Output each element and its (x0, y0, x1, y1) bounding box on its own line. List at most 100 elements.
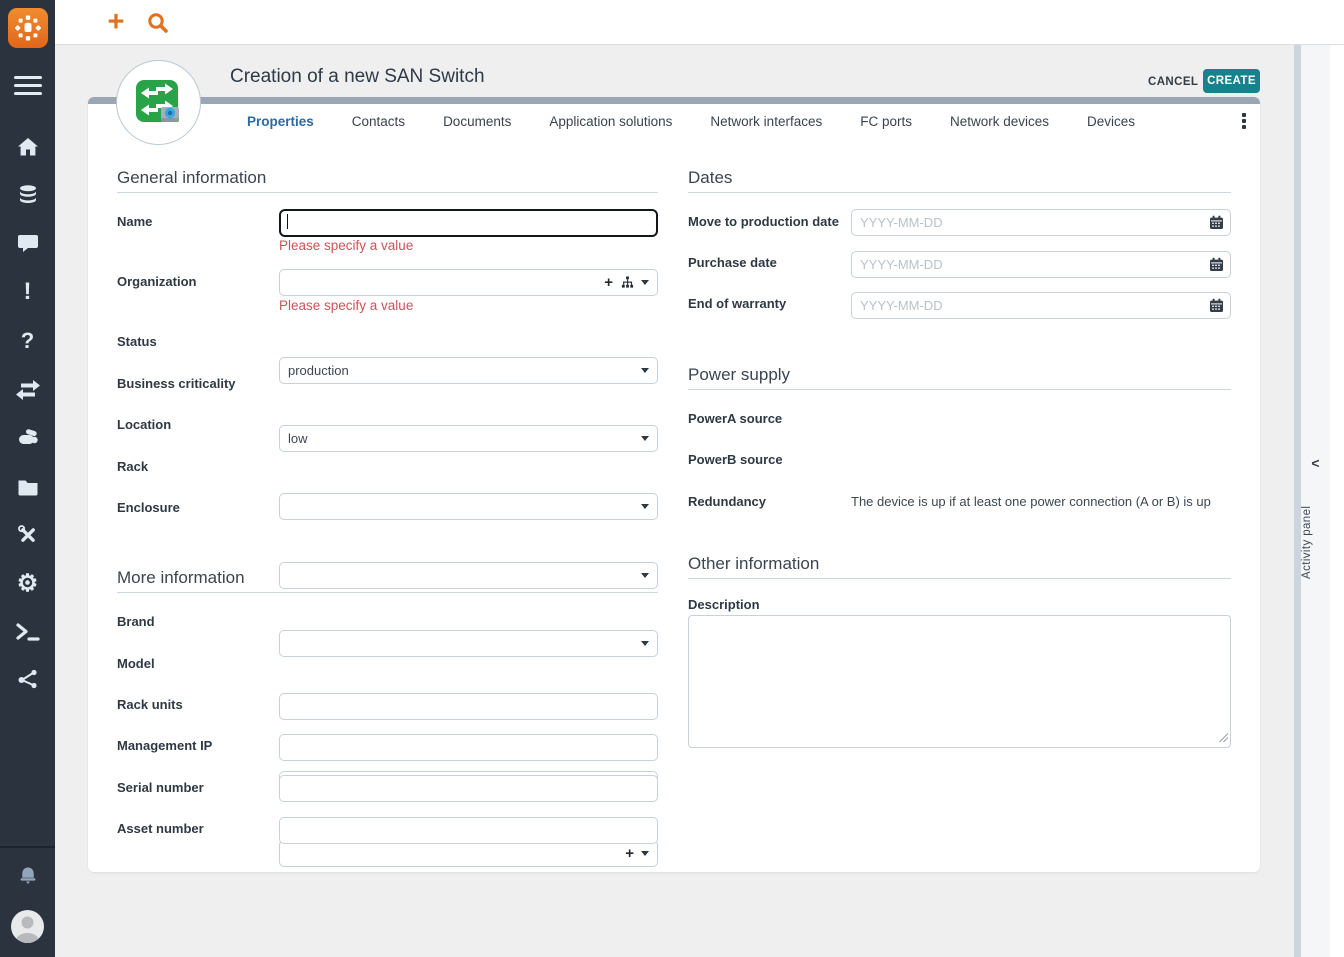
chevron-down-icon (641, 280, 649, 285)
calendar-icon[interactable] (1209, 215, 1224, 230)
location-label: Location (117, 417, 171, 432)
terminal-icon[interactable] (0, 612, 55, 652)
activity-panel-expand-icon[interactable]: < (1301, 455, 1330, 471)
purchase-date-input[interactable] (851, 251, 1231, 278)
chat-icon[interactable] (0, 223, 55, 263)
text-cursor (287, 214, 288, 229)
section-rule (117, 192, 658, 193)
tab-properties[interactable]: Properties (228, 114, 333, 129)
tab-documents[interactable]: Documents (424, 114, 530, 129)
section-title-dates: Dates (688, 168, 732, 188)
chevron-down-icon (641, 573, 649, 578)
tab-overflow-menu-icon[interactable] (1236, 109, 1252, 133)
tab-devices[interactable]: Devices (1068, 114, 1154, 129)
scrollbar[interactable] (1294, 45, 1301, 957)
object-class-badge (116, 60, 201, 145)
location-select[interactable] (279, 493, 658, 520)
asset-number-label: Asset number (117, 821, 204, 836)
status-label: Status (117, 334, 157, 349)
activity-panel-collapsed[interactable]: < Activity panel (1301, 45, 1330, 957)
tab-contacts[interactable]: Contacts (333, 114, 424, 129)
powera-source-label: PowerA source (688, 411, 782, 426)
data-administration-icon[interactable] (0, 175, 55, 215)
cancel-button[interactable]: CANCEL (1138, 70, 1208, 93)
organization-error: Please specify a value (279, 298, 413, 313)
page-title: Creation of a new SAN Switch (230, 66, 485, 88)
tab-fc-ports[interactable]: FC ports (841, 114, 931, 129)
name-label: Name (117, 214, 152, 229)
organization-label: Organization (117, 274, 196, 289)
tab-application-solutions[interactable]: Application solutions (530, 114, 691, 129)
brand-label: Brand (117, 614, 155, 629)
status-value: production (288, 363, 634, 378)
section-title-other: Other information (688, 554, 819, 574)
itop-logo-icon[interactable] (8, 8, 48, 48)
end-of-warranty-label: End of warranty (688, 296, 786, 311)
help-icon[interactable]: ? (0, 321, 55, 361)
calendar-icon[interactable] (1209, 257, 1224, 272)
redundancy-value: The device is up if at least one power c… (851, 494, 1231, 509)
section-rule (688, 389, 1231, 390)
name-error: Please specify a value (279, 238, 413, 253)
model-select[interactable]: + (279, 840, 658, 867)
organization-select[interactable]: + (279, 269, 658, 296)
tab-network-devices[interactable]: Network devices (931, 114, 1068, 129)
sidebar: ! ? ⚙ (0, 0, 55, 957)
home-icon[interactable] (0, 127, 55, 167)
redundancy-label: Redundancy (688, 494, 766, 509)
enclosure-select[interactable] (279, 630, 658, 657)
notifications-bell-icon[interactable] (16, 864, 40, 888)
resize-handle[interactable] (1219, 733, 1228, 742)
settings-gear-icon[interactable]: ⚙ (0, 564, 55, 604)
rack-label: Rack (117, 459, 148, 474)
chevron-down-icon (641, 504, 649, 509)
rack-units-label: Rack units (117, 697, 183, 712)
activity-panel-label: Activity panel (1301, 477, 1330, 607)
rack-select[interactable] (279, 562, 658, 589)
alerts-icon[interactable]: ! (0, 272, 55, 312)
sidebar-divider (0, 846, 55, 848)
menu-toggle-icon[interactable] (14, 76, 42, 95)
documents-folder-icon[interactable] (0, 467, 55, 507)
asset-number-input[interactable] (279, 817, 658, 844)
share-graph-icon[interactable] (0, 659, 55, 699)
top-toolbar: + (55, 0, 1344, 45)
chevron-down-icon (641, 851, 649, 856)
serial-number-input[interactable] (279, 775, 658, 802)
search-icon[interactable] (145, 10, 171, 36)
management-ip-label: Management IP (117, 738, 212, 753)
chevron-down-icon (641, 641, 649, 646)
new-object-icon[interactable]: + (99, 2, 133, 42)
tools-icon[interactable] (0, 515, 55, 555)
section-title-general: General information (117, 168, 266, 188)
move-to-production-input[interactable] (851, 209, 1231, 236)
model-label: Model (117, 656, 155, 671)
section-title-more: More information (117, 568, 245, 588)
object-form-card: Properties Contacts Documents Applicatio… (88, 97, 1260, 872)
status-select[interactable]: production (279, 357, 658, 384)
transfer-icon[interactable] (0, 370, 55, 410)
management-ip-input[interactable] (279, 734, 658, 761)
description-label: Description (688, 597, 760, 612)
business-criticality-select[interactable]: low (279, 425, 658, 452)
helpdesk-hand-icon[interactable] (0, 418, 55, 458)
name-input[interactable] (279, 209, 658, 237)
organization-hierarchy-icon[interactable] (621, 276, 634, 289)
move-to-production-label: Move to production date (688, 214, 839, 229)
model-add-icon[interactable]: + (625, 846, 634, 861)
section-rule (688, 578, 1231, 579)
organization-add-icon[interactable]: + (604, 275, 613, 290)
create-button[interactable]: CREATE (1203, 69, 1260, 93)
user-avatar[interactable] (11, 910, 44, 943)
right-margin (1330, 45, 1344, 957)
business-criticality-label: Business criticality (117, 376, 236, 391)
chevron-down-icon (641, 368, 649, 373)
powerb-source-label: PowerB source (688, 452, 783, 467)
tab-network-interfaces[interactable]: Network interfaces (691, 114, 841, 129)
serial-number-label: Serial number (117, 780, 204, 795)
rack-units-input[interactable] (279, 693, 658, 720)
calendar-icon[interactable] (1209, 298, 1224, 313)
end-of-warranty-input[interactable] (851, 292, 1231, 319)
san-switch-icon (133, 77, 185, 129)
description-textarea[interactable] (688, 615, 1231, 748)
